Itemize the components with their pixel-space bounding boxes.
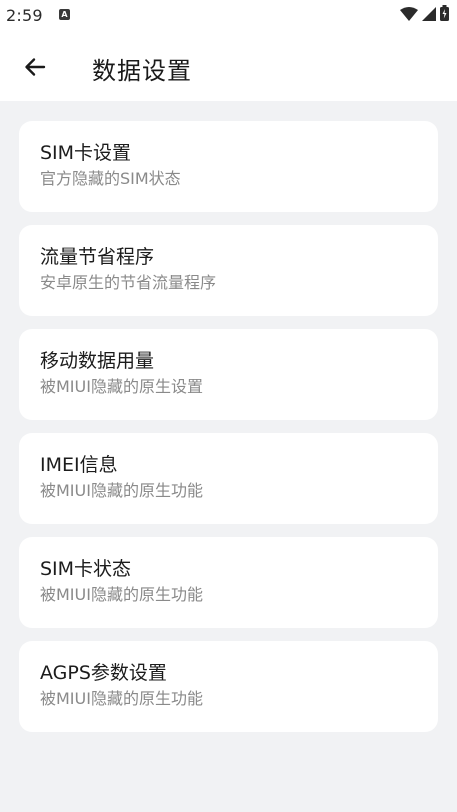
- status-icons: [400, 5, 449, 25]
- setting-item-data-saver[interactable]: 流量节省程序 安卓原生的节省流量程序: [19, 225, 438, 316]
- setting-item-title: IMEI信息: [40, 454, 118, 476]
- setting-item-sim-card-status[interactable]: SIM卡状态 被MIUI隐藏的原生功能: [19, 537, 438, 628]
- setting-item-subtitle: 官方隐藏的SIM状态: [40, 169, 181, 188]
- setting-item-subtitle: 被MIUI隐藏的原生功能: [40, 585, 203, 604]
- setting-item-agps-settings[interactable]: AGPS参数设置 被MIUI隐藏的原生功能: [19, 641, 438, 732]
- a-square-icon: A: [59, 9, 70, 20]
- setting-item-subtitle: 安卓原生的节省流量程序: [40, 273, 217, 292]
- setting-item-title: SIM卡设置: [40, 142, 132, 164]
- wifi-icon: [400, 6, 418, 25]
- setting-item-title: SIM卡状态: [40, 558, 132, 580]
- arrow-left-icon: [25, 58, 46, 76]
- setting-item-subtitle: 被MIUI隐藏的原生设置: [40, 377, 203, 396]
- setting-item-title: AGPS参数设置: [40, 662, 167, 684]
- status-time: 2:59: [6, 6, 43, 25]
- setting-item-mobile-data-usage[interactable]: 移动数据用量 被MIUI隐藏的原生设置: [19, 329, 438, 420]
- app-header: 数据设置: [0, 32, 457, 101]
- cellular-signal-icon: [422, 6, 436, 25]
- settings-list: SIM卡设置 官方隐藏的SIM状态 流量节省程序 安卓原生的节省流量程序 移动数…: [19, 121, 438, 745]
- setting-item-title: 移动数据用量: [40, 350, 155, 372]
- setting-item-subtitle: 被MIUI隐藏的原生功能: [40, 481, 203, 500]
- battery-icon: [440, 5, 449, 25]
- page-title: 数据设置: [92, 57, 192, 85]
- status-bar: 2:59 A: [0, 0, 457, 32]
- setting-item-title: 流量节省程序: [40, 246, 155, 268]
- setting-item-sim-card-settings[interactable]: SIM卡设置 官方隐藏的SIM状态: [19, 121, 438, 212]
- back-button[interactable]: [18, 50, 52, 84]
- setting-item-subtitle: 被MIUI隐藏的原生功能: [40, 689, 203, 708]
- setting-item-imei-info[interactable]: IMEI信息 被MIUI隐藏的原生功能: [19, 433, 438, 524]
